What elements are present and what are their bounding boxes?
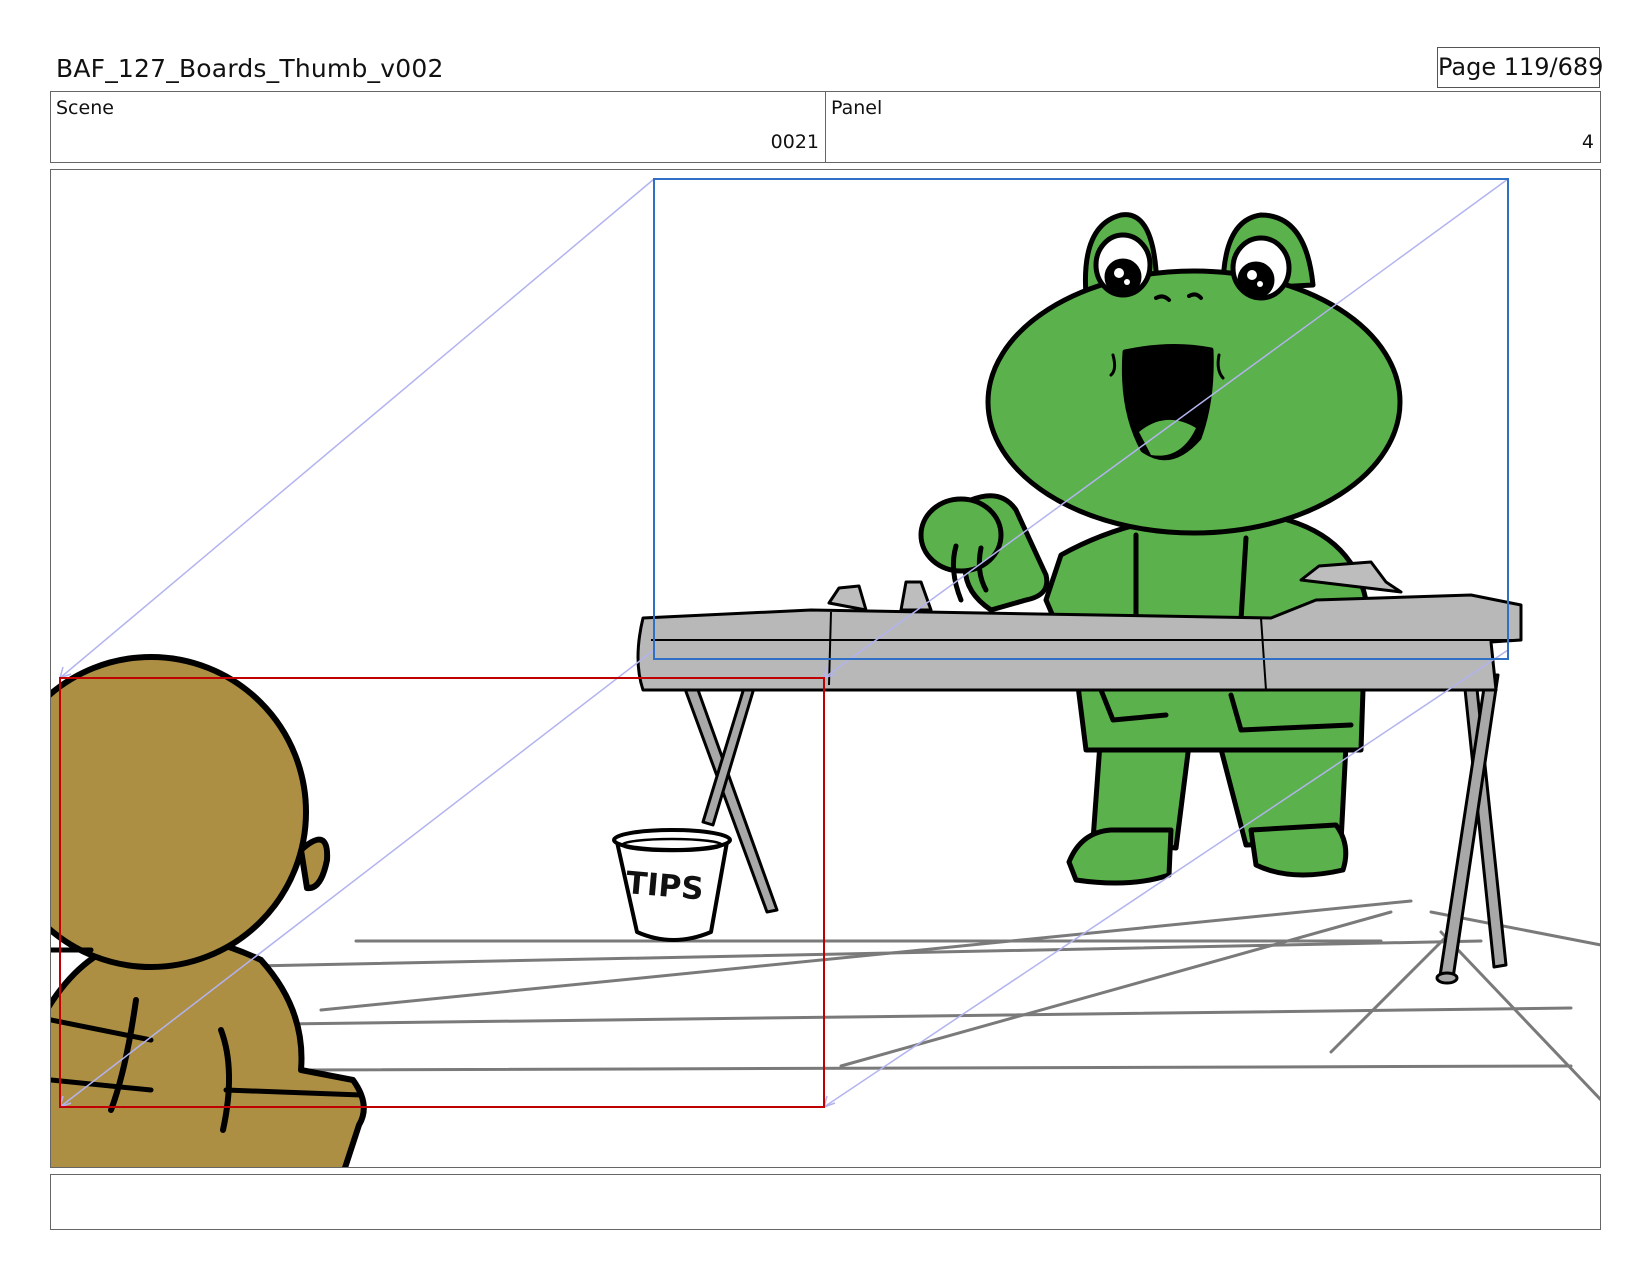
storyboard-drawing: TIPS <box>51 178 1600 1167</box>
scene-cell: Scene 0021 <box>51 92 825 162</box>
tips-bucket: TIPS <box>612 828 732 942</box>
tips-bucket-label: TIPS <box>624 865 705 908</box>
panel-number: 4 <box>1581 131 1594 153</box>
bear-character <box>51 654 367 1167</box>
floor-lines <box>199 899 1600 1102</box>
panel-cell: Panel 4 <box>825 92 1600 162</box>
page-number-box: Page 119/689 <box>1437 47 1603 88</box>
document-title: BAF_127_Boards_Thumb_v002 <box>56 54 444 83</box>
scene-panel-info-row: Scene 0021 Panel 4 <box>50 91 1601 163</box>
storyboard-panel: TIPS <box>50 169 1601 1168</box>
scene-label: Scene <box>56 97 114 119</box>
scene-number: 0021 <box>770 131 819 153</box>
panel-label: Panel <box>831 97 883 119</box>
panel-notes-box <box>50 1174 1601 1230</box>
frog-character <box>918 212 1403 886</box>
